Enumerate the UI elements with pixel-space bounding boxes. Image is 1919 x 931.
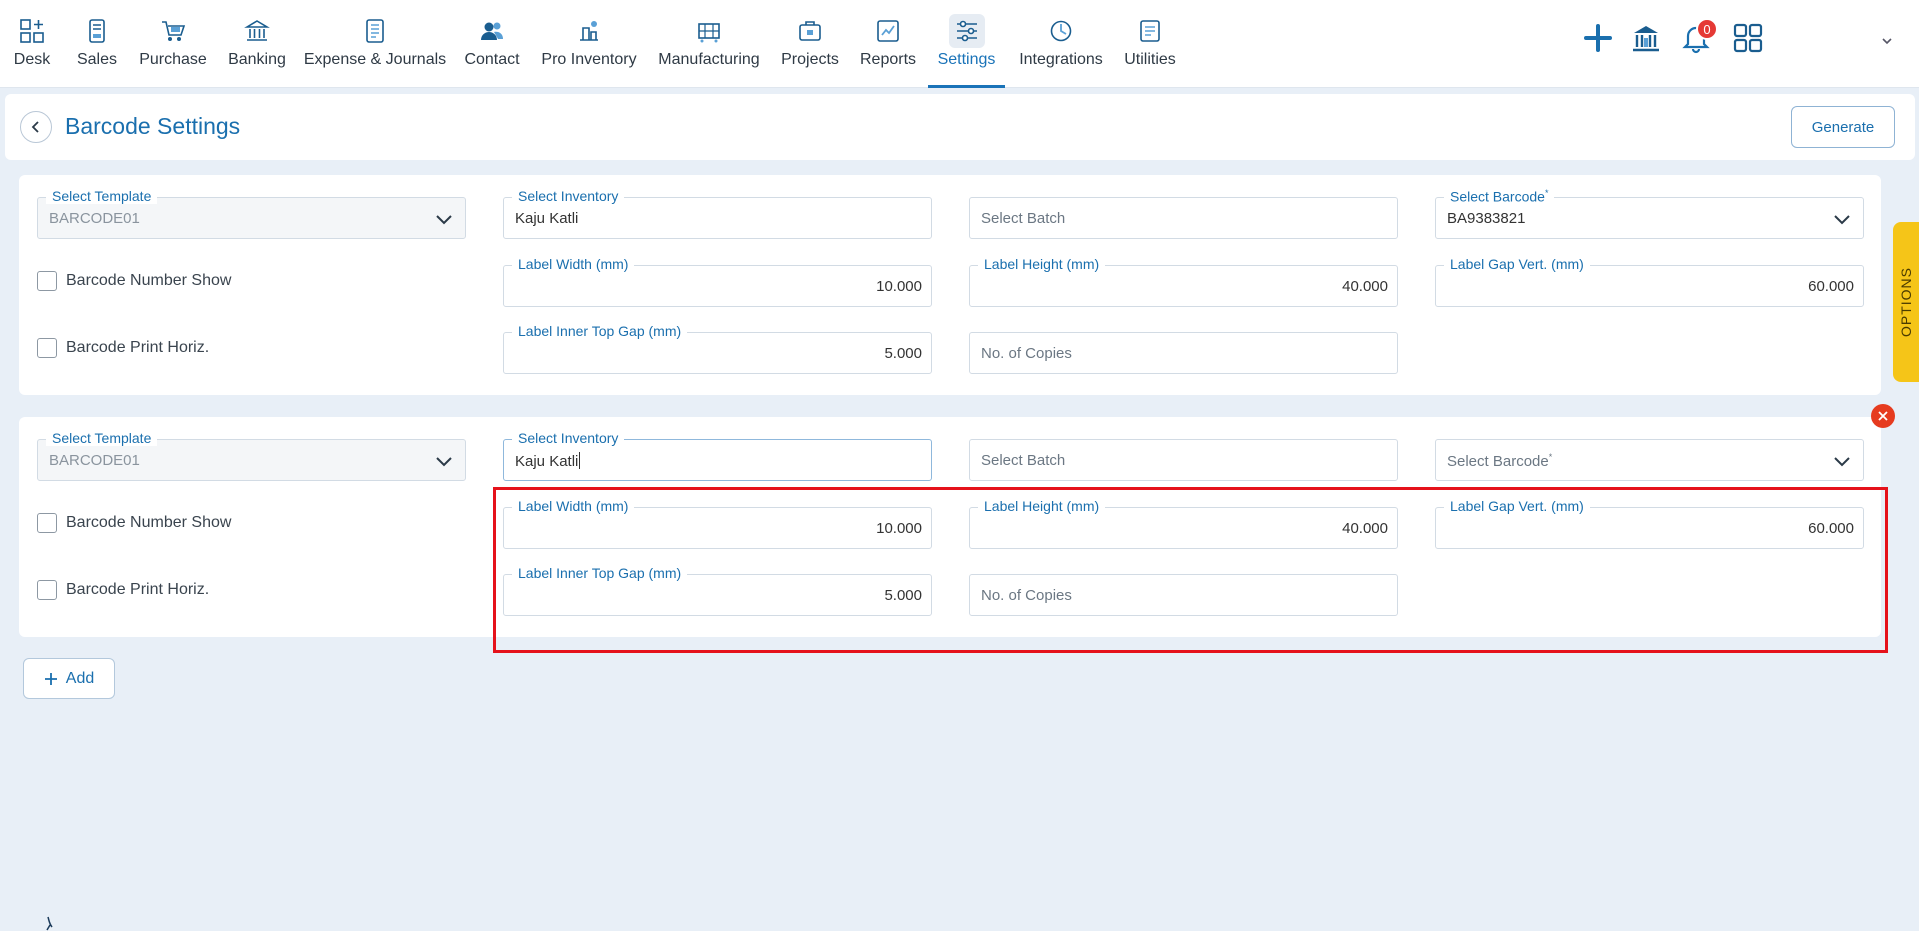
checkbox-box[interactable]: [37, 513, 57, 533]
copies-input[interactable]: No. of Copies: [969, 332, 1398, 374]
options-tab[interactable]: OPTIONS: [1893, 222, 1919, 382]
apps-grid-button[interactable]: [1732, 22, 1764, 59]
quick-add-button[interactable]: [1582, 22, 1614, 59]
profile-menu-button[interactable]: [1880, 34, 1894, 53]
label-inner-top-gap-input[interactable]: Label Inner Top Gap (mm) 5.000: [503, 323, 932, 374]
inventory-select[interactable]: Select Inventory Kaju Katli: [503, 430, 932, 481]
manufacturing-icon: [691, 14, 727, 48]
cart-icon: [155, 14, 191, 48]
label-height-input[interactable]: Label Height (mm) 40.000: [969, 498, 1398, 549]
label-gap-vert-input[interactable]: Label Gap Vert. (mm) 60.000: [1435, 256, 1864, 307]
plus-icon: [1584, 24, 1612, 52]
bank-icon: [239, 14, 275, 48]
close-icon: [1878, 411, 1888, 421]
contact-icon: [474, 14, 510, 48]
projects-icon: [792, 14, 828, 48]
nav-projects[interactable]: Projects: [781, 0, 839, 88]
remove-row-button[interactable]: [1871, 404, 1895, 428]
page-header: Barcode Settings Generate: [5, 94, 1915, 160]
plus-icon: [44, 672, 57, 685]
page-title: Barcode Settings: [65, 113, 241, 139]
desk-icon: [14, 14, 50, 48]
barcode-number-show-checkbox[interactable]: Barcode Number Show: [37, 513, 231, 533]
chevron-down-icon[interactable]: [433, 208, 455, 230]
barcode-number-show-checkbox[interactable]: Barcode Number Show: [37, 271, 231, 291]
barcode-select[interactable]: Select Barcode*: [1435, 439, 1864, 481]
barcode-row-card: Select Template BARCODE01 Select Invento…: [19, 175, 1881, 395]
nav-pro-inventory[interactable]: Pro Inventory: [541, 0, 637, 88]
company-button[interactable]: [1630, 22, 1662, 59]
journal-icon: [357, 14, 393, 48]
notifications-button[interactable]: 0: [1680, 18, 1718, 59]
nav-sales[interactable]: Sales: [76, 0, 118, 88]
barcode-row-card: Select Template BARCODE01 Select Invento…: [19, 417, 1881, 637]
checkbox-box[interactable]: [37, 271, 57, 291]
template-select[interactable]: Select Template BARCODE01: [37, 188, 466, 239]
settings-icon: [948, 14, 985, 48]
label-width-input[interactable]: Label Width (mm) 10.000: [503, 498, 932, 549]
grid-icon: [1733, 23, 1763, 53]
reports-icon: [870, 14, 906, 48]
checkbox-box[interactable]: [37, 338, 57, 358]
building-icon: [1633, 26, 1659, 52]
chevron-left-icon: [31, 121, 39, 133]
top-navigation: Desk Sales Purchase Banking Expense & Jo…: [0, 0, 1919, 88]
label-gap-vert-input[interactable]: Label Gap Vert. (mm) 60.000: [1435, 498, 1864, 549]
nav-manufacturing[interactable]: Manufacturing: [658, 0, 760, 88]
nav-reports[interactable]: Reports: [860, 0, 916, 88]
text-cursor: [579, 452, 581, 469]
barcode-select[interactable]: Select Barcode* BA9383821: [1435, 188, 1864, 239]
label-width-input[interactable]: Label Width (mm) 10.000: [503, 256, 932, 307]
chevron-down-icon[interactable]: [433, 450, 455, 472]
barcode-print-horiz-checkbox[interactable]: Barcode Print Horiz.: [37, 338, 209, 358]
nav-desk[interactable]: Desk: [12, 0, 52, 88]
chevron-down-icon[interactable]: [1831, 450, 1853, 472]
chevron-down-icon[interactable]: [1831, 208, 1853, 230]
utilities-icon: [1132, 14, 1168, 48]
nav-contact[interactable]: Contact: [464, 0, 520, 88]
sales-icon: [79, 14, 115, 48]
batch-select[interactable]: Select Batch: [969, 439, 1398, 481]
nav-expense-journals[interactable]: Expense & Journals: [304, 0, 446, 88]
checkbox-box[interactable]: [37, 580, 57, 600]
nav-settings[interactable]: Settings: [928, 0, 1005, 88]
generate-button[interactable]: Generate: [1791, 106, 1895, 148]
batch-select[interactable]: Select Batch: [969, 197, 1398, 239]
label-inner-top-gap-input[interactable]: Label Inner Top Gap (mm) 5.000: [503, 565, 932, 616]
partial-icon: [46, 916, 53, 931]
nav-purchase[interactable]: Purchase: [139, 0, 207, 88]
template-select[interactable]: Select Template BARCODE01: [37, 430, 466, 481]
nav-utilities[interactable]: Utilities: [1124, 0, 1176, 88]
back-button[interactable]: [20, 111, 52, 143]
nav-banking[interactable]: Banking: [228, 0, 286, 88]
barcode-print-horiz-checkbox[interactable]: Barcode Print Horiz.: [37, 580, 209, 600]
label-height-input[interactable]: Label Height (mm) 40.000: [969, 256, 1398, 307]
add-row-button[interactable]: Add: [23, 658, 115, 699]
inventory-icon: [571, 14, 607, 48]
nav-integrations[interactable]: Integrations: [1018, 0, 1104, 88]
chevron-down-icon: [1882, 38, 1892, 45]
inventory-select[interactable]: Select Inventory Kaju Katli: [503, 188, 932, 239]
notification-badge: 0: [1696, 18, 1718, 40]
integrations-icon: [1043, 14, 1079, 48]
copies-input[interactable]: No. of Copies: [969, 574, 1398, 616]
